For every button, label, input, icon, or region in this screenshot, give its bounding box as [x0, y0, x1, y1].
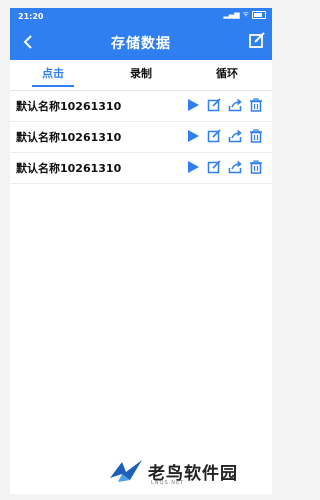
- trash-icon: [250, 98, 262, 112]
- item-name: 默认名称10261310: [16, 100, 122, 113]
- play-icon: [188, 130, 199, 142]
- status-time: 21:20: [18, 12, 44, 21]
- share-icon: [228, 98, 242, 112]
- list-item[interactable]: 默认名称10261310: [10, 122, 272, 153]
- watermark: 老鸟软件园 LNQS.NET: [108, 458, 238, 486]
- edit-item-button[interactable]: [206, 97, 222, 113]
- edit-icon: [207, 129, 221, 143]
- edit-icon: [207, 160, 221, 174]
- edit-button[interactable]: [248, 32, 266, 50]
- tab-bar: 点击 录制 循环: [10, 60, 272, 90]
- tab-click[interactable]: 点击: [20, 60, 86, 88]
- play-icon: [188, 99, 199, 111]
- share-icon: [228, 129, 242, 143]
- share-icon: [228, 160, 242, 174]
- play-button[interactable]: [185, 128, 201, 144]
- delete-button[interactable]: [248, 97, 264, 113]
- wifi-icon: ᯤ: [242, 10, 249, 18]
- edit-item-button[interactable]: [206, 159, 222, 175]
- watermark-domain: LNQS.NET: [151, 480, 185, 486]
- trash-icon: [250, 160, 262, 174]
- play-button[interactable]: [185, 159, 201, 175]
- trash-icon: [250, 129, 262, 143]
- tab-indicator: [32, 85, 74, 87]
- edit-icon: [249, 32, 265, 48]
- status-icons: ▂▄▆ ᯤ: [223, 10, 266, 19]
- edit-icon: [207, 98, 221, 112]
- share-button[interactable]: [227, 97, 243, 113]
- delete-button[interactable]: [248, 128, 264, 144]
- app-bar: 21:20 ▂▄▆ ᯤ 存储数据: [10, 8, 272, 60]
- tab-loop[interactable]: 循环: [194, 60, 260, 88]
- page-title: 存储数据: [111, 36, 171, 52]
- signal-icon: ▂▄▆: [223, 10, 240, 19]
- play-icon: [188, 161, 199, 173]
- bird-logo-icon: [110, 460, 142, 482]
- list-item[interactable]: 默认名称10261310: [10, 91, 272, 122]
- tab-record[interactable]: 录制: [108, 60, 174, 88]
- item-name: 默认名称10261310: [16, 131, 122, 144]
- item-actions: [185, 159, 264, 175]
- battery-icon: [252, 10, 266, 19]
- share-button[interactable]: [227, 159, 243, 175]
- item-actions: [185, 97, 264, 113]
- item-name: 默认名称10261310: [16, 162, 122, 175]
- edit-item-button[interactable]: [206, 128, 222, 144]
- delete-button[interactable]: [248, 159, 264, 175]
- share-button[interactable]: [227, 128, 243, 144]
- play-button[interactable]: [185, 97, 201, 113]
- phone-screen: 21:20 ▂▄▆ ᯤ 存储数据 点击 录制 循环 默认名称10261310 默…: [10, 8, 272, 494]
- list-item[interactable]: 默认名称10261310: [10, 153, 272, 184]
- item-actions: [185, 128, 264, 144]
